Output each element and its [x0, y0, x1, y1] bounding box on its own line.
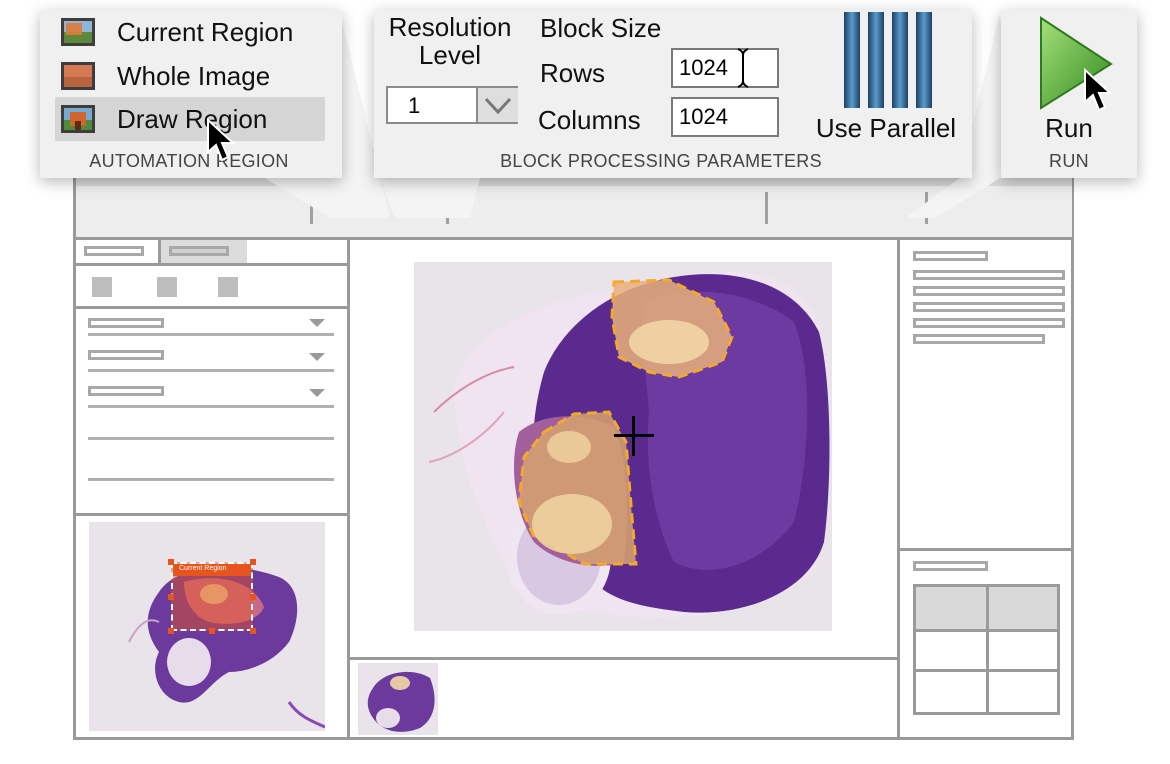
columns-input-value: 1024 [679, 104, 728, 129]
menu-item-current-region[interactable]: Current Region [55, 10, 325, 54]
draw-region-icon [61, 105, 95, 133]
group-label-automation-region: AUTOMATION REGION [89, 151, 289, 171]
rows-input[interactable]: 1024 [671, 48, 779, 88]
menu-item-label: Whole Image [117, 60, 271, 91]
parallel-bars-icon [844, 12, 932, 108]
group-label-run: RUN [1049, 151, 1089, 171]
resolution-level-value: 1 [408, 93, 421, 118]
rows-input-value: 1024 [679, 55, 728, 80]
chevron-down-icon[interactable] [476, 88, 518, 122]
menu-item-draw-region[interactable]: Draw Region [55, 97, 325, 141]
mouse-pointer-icon [1084, 68, 1113, 112]
automation-region-popup: Current Region Whole Image Draw Region A… [40, 10, 342, 178]
use-parallel-label: Use Parallel [815, 113, 957, 143]
block-size-label: Block Size [540, 13, 662, 43]
menu-item-label: Draw Region [117, 103, 268, 134]
group-label-block-processing: BLOCK PROCESSING PARAMETERS [500, 151, 822, 171]
resolution-label-line2: Level [418, 40, 482, 70]
text-cursor-icon [737, 48, 749, 88]
rows-label: Rows [540, 58, 606, 88]
resolution-level-label: Resolution Level [374, 13, 526, 69]
mouse-pointer-icon [207, 118, 236, 162]
use-parallel-button[interactable] [844, 12, 934, 108]
current-region-icon [61, 18, 95, 46]
columns-label: Columns [538, 105, 641, 135]
whole-image-icon [61, 62, 95, 90]
run-label: Run [1045, 113, 1093, 143]
menu-item-label: Current Region [117, 16, 294, 47]
resolution-label-line1: Resolution [388, 12, 512, 42]
menu-item-whole-image[interactable]: Whole Image [55, 54, 325, 98]
run-popup: Run RUN [1001, 10, 1137, 178]
block-processing-popup: Resolution Level 1 Block Size Rows Colum… [374, 10, 972, 178]
resolution-level-select[interactable]: 1 [386, 86, 518, 124]
columns-input[interactable]: 1024 [671, 97, 779, 137]
